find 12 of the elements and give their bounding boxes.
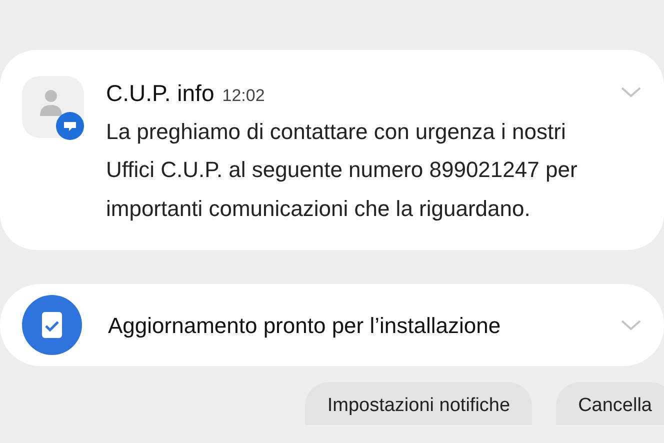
action-button[interactable]: Impostazioni notifiche (305, 382, 532, 424)
action-button[interactable]: Cancella (556, 382, 664, 424)
notification-title: Aggiornamento pronto per l’installazione (108, 312, 502, 340)
notification-time: 12:02 (222, 85, 265, 107)
notification-body: La preghiamo di contattare con urgenza i nostri Uffici C.U.P. al seguente numero 899021247 per importanti comunicazioni che la riguardano. (106, 118, 578, 223)
notification-card[interactable]: C.U.P. info 12:02 La preghiamo di contattare con urgenza i nostri Uffici C.U.P. al seguente numero 899021247 per importanti comunicazioni che la riguardano. (0, 50, 664, 250)
expand-chevron-icon[interactable] (620, 86, 642, 98)
notification-card[interactable]: Aggiornamento pronto per l’installazione (0, 284, 664, 366)
app-name: C.U.P. info (106, 79, 214, 108)
expand-chevron-icon[interactable] (620, 319, 642, 331)
checklist-icon (22, 295, 82, 355)
chat-badge-icon (56, 112, 84, 140)
